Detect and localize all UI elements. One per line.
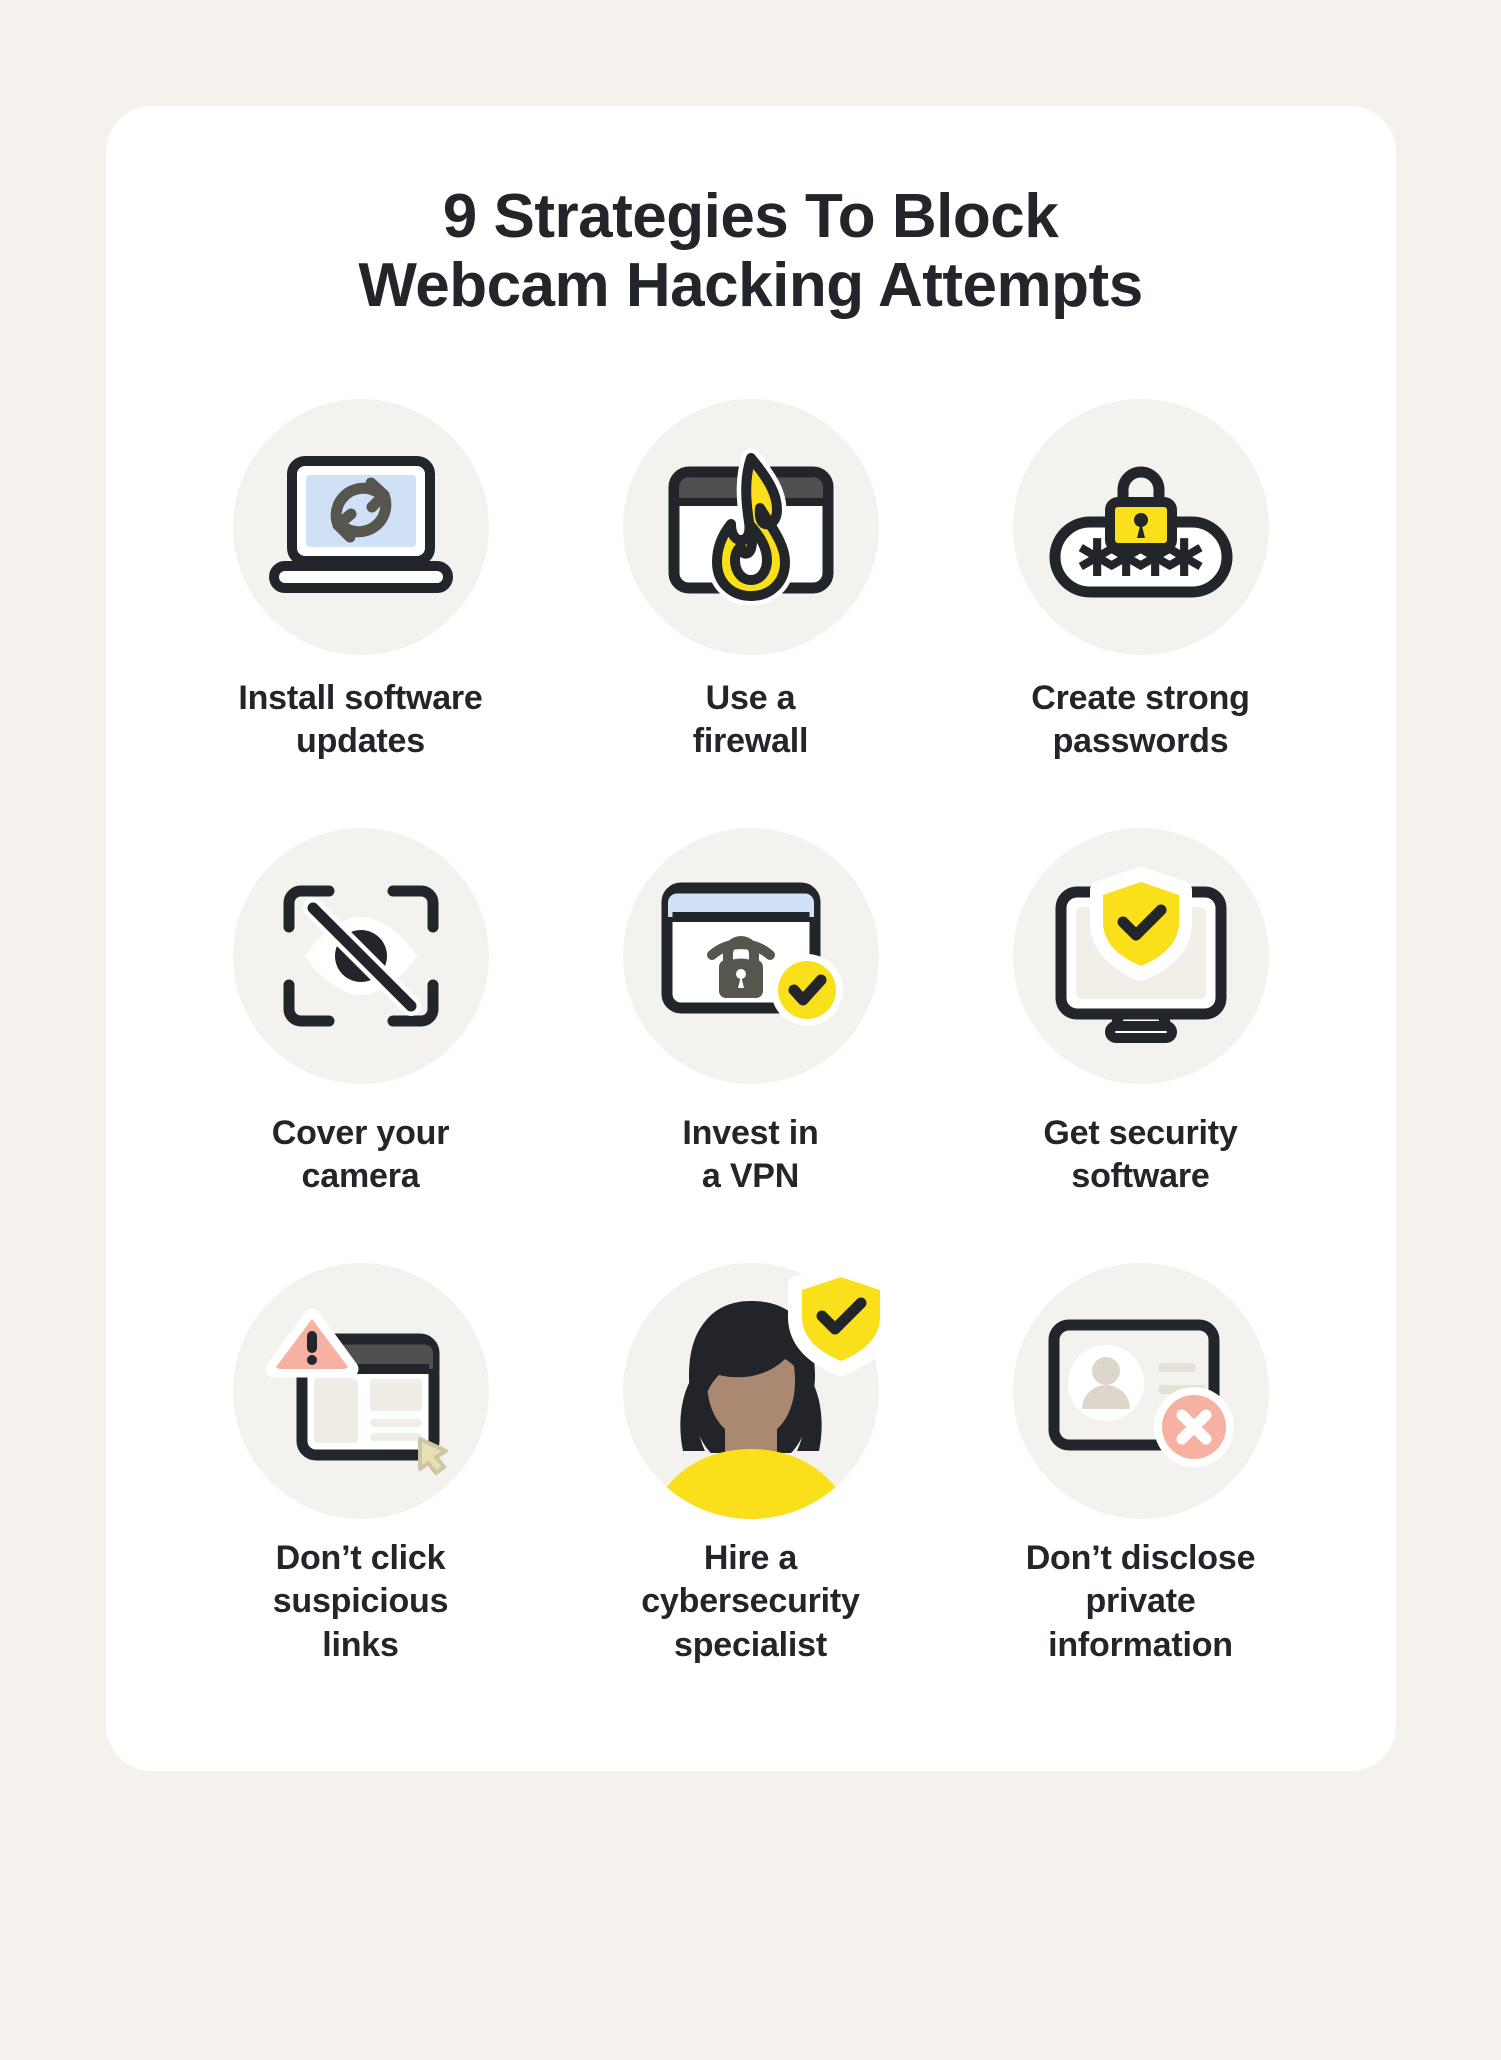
strategy-item-invest-in-a-vpn: Invest in a VPN <box>556 827 946 1199</box>
icon-badge <box>232 827 489 1084</box>
label-line: Invest in <box>682 1113 819 1152</box>
strategy-item-cover-your-camera: Cover your camera <box>166 827 556 1199</box>
infographic-page: 9 Strategies To Block Webcam Hacking Att… <box>0 0 1501 2060</box>
label-line: specialist <box>674 1625 827 1664</box>
label-line: updates <box>296 722 425 761</box>
strategy-label: Get security software <box>1043 1112 1237 1199</box>
strategy-item-hire-a-cybersecurity-specialist: Hire a cybersecurity specialist <box>556 1261 946 1668</box>
label-line: Install software <box>238 678 483 717</box>
strategy-label: Don’t click suspicious links <box>273 1537 449 1668</box>
strategy-label: Create strong passwords <box>1031 677 1250 764</box>
strategy-label: Cover your camera <box>272 1112 450 1199</box>
icon-badge <box>232 1262 489 1519</box>
label-line: passwords <box>1052 722 1229 761</box>
infographic-card: 9 Strategies To Block Webcam Hacking Att… <box>105 106 1396 1772</box>
strategy-label: Use a firewall <box>693 677 809 764</box>
strategy-item-dont-disclose-private-information: Don’t disclose private information <box>946 1262 1336 1668</box>
strategy-label: Invest in a VPN <box>682 1112 818 1199</box>
label-line: a VPN <box>701 1157 800 1196</box>
label-line: cybersecurity <box>641 1582 860 1621</box>
id-card-blocked-icon <box>1046 1311 1236 1471</box>
label-line: camera <box>301 1157 420 1196</box>
icon-badge <box>232 398 489 655</box>
label-line: suspicious <box>272 1582 449 1621</box>
strategy-item-get-security-software: Get security software <box>946 827 1336 1199</box>
label-line: Use a <box>705 678 796 717</box>
firewall-flame-icon <box>665 448 837 606</box>
label-line: Don’t click <box>275 1538 446 1577</box>
strategy-label: Don’t disclose private information <box>1026 1537 1256 1668</box>
label-line: Don’t disclose <box>1025 1538 1256 1577</box>
strategy-item-use-a-firewall: Use a firewall <box>556 398 946 764</box>
icon-badge <box>1012 827 1269 1084</box>
icon-badge <box>622 827 879 1084</box>
strategy-label: Install software updates <box>238 677 483 764</box>
icon-badge: ✱ ✱ ✱ ✱ <box>1012 398 1269 655</box>
vpn-secure-connection-icon <box>657 880 845 1032</box>
suspicious-link-warning-icon <box>265 1307 454 1475</box>
icon-badge <box>622 398 879 655</box>
password-lock-icon: ✱ ✱ ✱ ✱ <box>1048 454 1234 600</box>
monitor-shield-icon <box>1053 866 1229 1043</box>
page-title: 9 Strategies To Block Webcam Hacking Att… <box>166 182 1336 321</box>
icon-badge <box>1012 1262 1269 1519</box>
laptop-update-icon <box>268 453 454 601</box>
strategy-item-dont-click-suspicious-links: Don’t click suspicious links <box>166 1262 556 1668</box>
strategy-label: Hire a cybersecurity specialist <box>641 1537 860 1668</box>
strategy-item-create-strong-passwords: ✱ ✱ ✱ ✱ Create strong passwords <box>946 398 1336 764</box>
icon-badge <box>622 1261 894 1519</box>
label-line: software <box>1071 1157 1210 1196</box>
label-line: private <box>1085 1582 1196 1621</box>
label-line: information <box>1048 1625 1233 1664</box>
label-line: Create strong <box>1031 678 1250 717</box>
page-title-line-2: Webcam Hacking Attempts <box>358 251 1143 321</box>
eye-off-camera-icon <box>281 883 441 1029</box>
label-line: Cover your <box>271 1113 450 1152</box>
page-title-line-1: 9 Strategies To Block <box>442 182 1059 251</box>
label-line: Get security <box>1043 1113 1238 1152</box>
strategy-item-install-software-updates: Install software updates <box>166 398 556 764</box>
label-line: links <box>322 1625 399 1664</box>
label-line: firewall <box>692 722 809 761</box>
cybersecurity-specialist-icon <box>623 1261 894 1519</box>
strategies-grid: Install software updates Use a firewall … <box>166 398 1336 1668</box>
label-line: Hire a <box>703 1538 798 1577</box>
